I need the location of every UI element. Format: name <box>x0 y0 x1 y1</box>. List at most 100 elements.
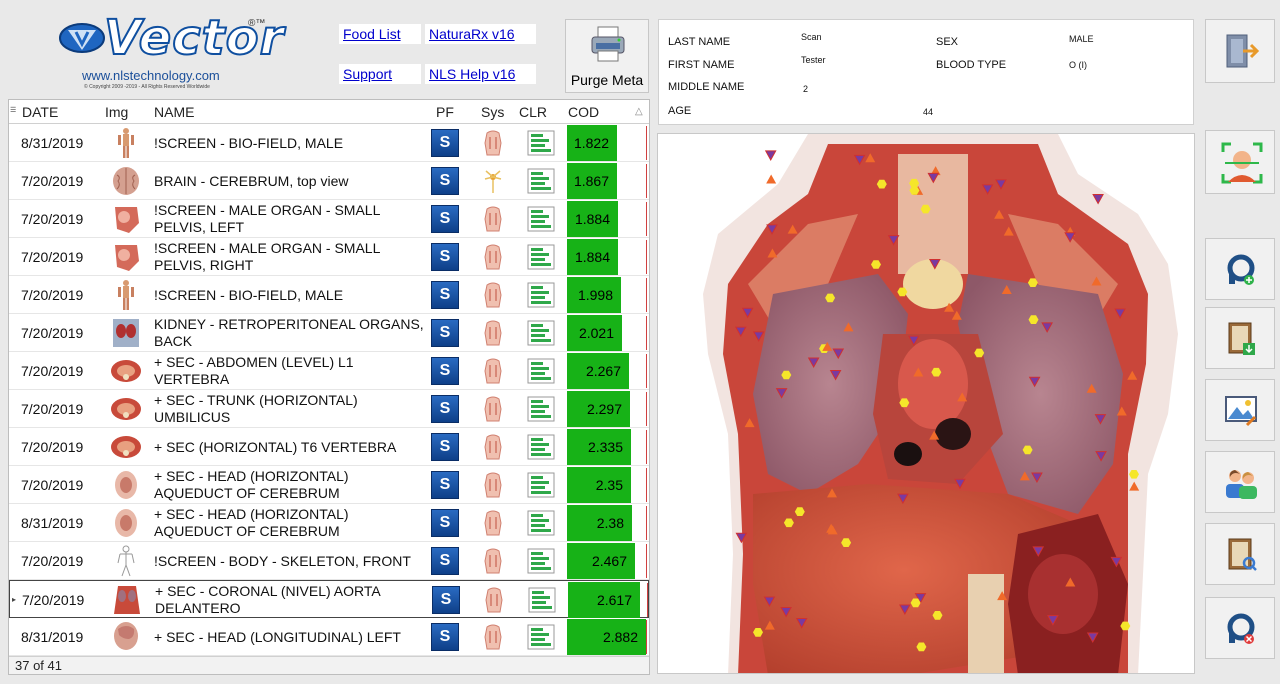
row-thumbnail-image[interactable] <box>109 545 143 577</box>
table-row[interactable]: ▸ 7/20/2019 + SEC - CORONAL (NIVEL) AORTA … <box>9 580 649 618</box>
save-book-button[interactable] <box>1205 307 1275 369</box>
pf-button[interactable]: S <box>431 433 459 461</box>
clr-chart-icon[interactable] <box>527 168 555 194</box>
body-system-icon[interactable] <box>479 243 507 271</box>
row-thumbnail-image[interactable] <box>109 165 143 197</box>
body-system-icon[interactable] <box>479 547 507 575</box>
pf-button[interactable]: S <box>431 205 459 233</box>
body-system-icon[interactable] <box>479 205 507 233</box>
row-thumbnail-image[interactable] <box>109 203 143 235</box>
face-scan-button[interactable] <box>1205 130 1275 194</box>
food-list-link[interactable]: Food List <box>339 24 421 44</box>
pf-button[interactable]: S <box>431 243 459 271</box>
support-link[interactable]: Support <box>339 64 421 84</box>
users-button[interactable] <box>1205 451 1275 513</box>
exit-button[interactable] <box>1205 19 1275 83</box>
clr-chart-icon[interactable] <box>527 244 555 270</box>
col-img[interactable]: Img <box>105 104 128 120</box>
clr-chart-icon[interactable] <box>527 472 555 498</box>
neuron-icon[interactable] <box>479 167 507 195</box>
pf-button[interactable]: S <box>431 129 459 157</box>
row-thumbnail-image[interactable] <box>109 317 143 349</box>
table-row[interactable]: 7/20/2019 !SCREEN - BODY - SKELETON, FRON… <box>9 542 649 580</box>
pf-button[interactable]: S <box>431 357 459 385</box>
clr-chart-icon[interactable] <box>528 587 556 613</box>
col-sys[interactable]: Sys <box>481 104 504 120</box>
row-edge-marker <box>646 506 647 540</box>
anatomy-coronal-section-image[interactable] <box>658 134 1195 674</box>
pf-button[interactable]: S <box>431 623 459 651</box>
body-system-icon[interactable] <box>479 319 507 347</box>
table-row[interactable]: 7/20/2019 + SEC (HORIZONTAL) T6 VERTEBRA S… <box>9 428 649 466</box>
clr-chart-icon[interactable] <box>527 396 555 422</box>
column-chooser-icon[interactable]: ☰ <box>10 106 18 116</box>
pf-button[interactable]: S <box>431 167 459 195</box>
body-system-icon[interactable] <box>479 509 507 537</box>
clr-chart-icon[interactable] <box>527 130 555 156</box>
row-thumbnail-image[interactable] <box>109 393 143 425</box>
naturarx-link[interactable]: NaturaRx v16 <box>425 24 536 44</box>
col-name[interactable]: NAME <box>154 104 194 120</box>
image-edit-button[interactable] <box>1205 379 1275 441</box>
purge-meta-button[interactable]: Purge Meta <box>565 19 649 93</box>
body-system-icon[interactable] <box>479 281 507 309</box>
remove-user-button[interactable] <box>1205 597 1275 659</box>
pf-button[interactable]: S <box>431 509 459 537</box>
table-row[interactable]: 8/31/2019 + SEC - HEAD (LONGITUDINAL) LEF… <box>9 618 649 656</box>
blood-type-label: BLOOD TYPE <box>936 59 1007 71</box>
row-name: + SEC - HEAD (HORIZONTAL) AQUEDUCT OF CE… <box>154 468 349 501</box>
clr-chart-icon[interactable] <box>527 282 555 308</box>
pf-button[interactable]: S <box>431 547 459 575</box>
middle-name-label: MIDDLE NAME <box>668 81 745 93</box>
table-row[interactable]: 8/31/2019 + SEC - HEAD (HORIZONTAL) AQUED… <box>9 504 649 542</box>
pf-button[interactable]: S <box>431 471 459 499</box>
clr-chart-icon[interactable] <box>527 434 555 460</box>
search-book-button[interactable] <box>1205 523 1275 585</box>
row-date: 7/20/2019 <box>21 553 84 569</box>
col-clr[interactable]: CLR <box>519 104 547 120</box>
row-thumbnail-image[interactable] <box>109 279 143 311</box>
row-thumbnail-image[interactable] <box>110 584 144 616</box>
body-system-icon[interactable] <box>479 129 507 157</box>
col-pf[interactable]: PF <box>436 104 454 120</box>
table-row[interactable]: 7/20/2019 + SEC - TRUNK (HORIZONTAL) UMBI… <box>9 390 649 428</box>
add-user-button[interactable] <box>1205 238 1275 300</box>
table-row[interactable]: 7/20/2019 BRAIN - CEREBRUM, top view S 1.86… <box>9 162 649 200</box>
table-row[interactable]: 7/20/2019 !SCREEN - MALE ORGAN - SMALL PE… <box>9 238 649 276</box>
col-date[interactable]: DATE <box>22 104 58 120</box>
clr-chart-icon[interactable] <box>527 206 555 232</box>
row-thumbnail-image[interactable] <box>109 621 143 653</box>
body-system-icon[interactable] <box>479 471 507 499</box>
nls-help-link[interactable]: NLS Help v16 <box>425 64 536 84</box>
table-row[interactable]: 7/20/2019 KIDNEY - RETROPERITONEAL ORGANS… <box>9 314 649 352</box>
pf-button[interactable]: S <box>431 319 459 347</box>
clr-chart-icon[interactable] <box>527 548 555 574</box>
row-thumbnail-image[interactable] <box>109 469 143 501</box>
clr-chart-icon[interactable] <box>527 358 555 384</box>
row-thumbnail-image[interactable] <box>109 431 143 463</box>
table-row[interactable]: 7/20/2019 + SEC - ABDOMEN (LEVEL) L1 VERT… <box>9 352 649 390</box>
clr-chart-icon[interactable] <box>527 510 555 536</box>
clr-chart-icon[interactable] <box>527 320 555 346</box>
cod-value: 2.267 <box>567 353 629 389</box>
pf-button[interactable]: S <box>432 586 460 614</box>
body-system-icon[interactable] <box>479 357 507 385</box>
table-row[interactable]: 7/20/2019 !SCREEN - BIO-FIELD, MALE S 1.998 <box>9 276 649 314</box>
body-system-icon[interactable] <box>479 433 507 461</box>
body-system-icon[interactable] <box>479 623 507 651</box>
row-thumbnail-image[interactable] <box>109 507 143 539</box>
body-system-icon[interactable] <box>479 395 507 423</box>
body-system-icon[interactable] <box>480 586 508 614</box>
row-thumbnail-image[interactable] <box>109 355 143 387</box>
pf-button[interactable]: S <box>431 395 459 423</box>
pf-button[interactable]: S <box>431 281 459 309</box>
table-row[interactable]: 8/31/2019 !SCREEN - BIO-FIELD, MALE S 1.822 <box>9 124 649 162</box>
row-thumbnail-image[interactable] <box>109 241 143 273</box>
table-row[interactable]: 7/20/2019 !SCREEN - MALE ORGAN - SMALL PE… <box>9 200 649 238</box>
col-cod[interactable]: COD <box>568 104 599 120</box>
row-edge-marker <box>646 126 647 160</box>
cod-value: 2.882 <box>567 619 646 655</box>
clr-chart-icon[interactable] <box>527 624 555 650</box>
table-row[interactable]: 7/20/2019 + SEC - HEAD (HORIZONTAL) AQUED… <box>9 466 649 504</box>
row-thumbnail-image[interactable] <box>109 127 143 159</box>
